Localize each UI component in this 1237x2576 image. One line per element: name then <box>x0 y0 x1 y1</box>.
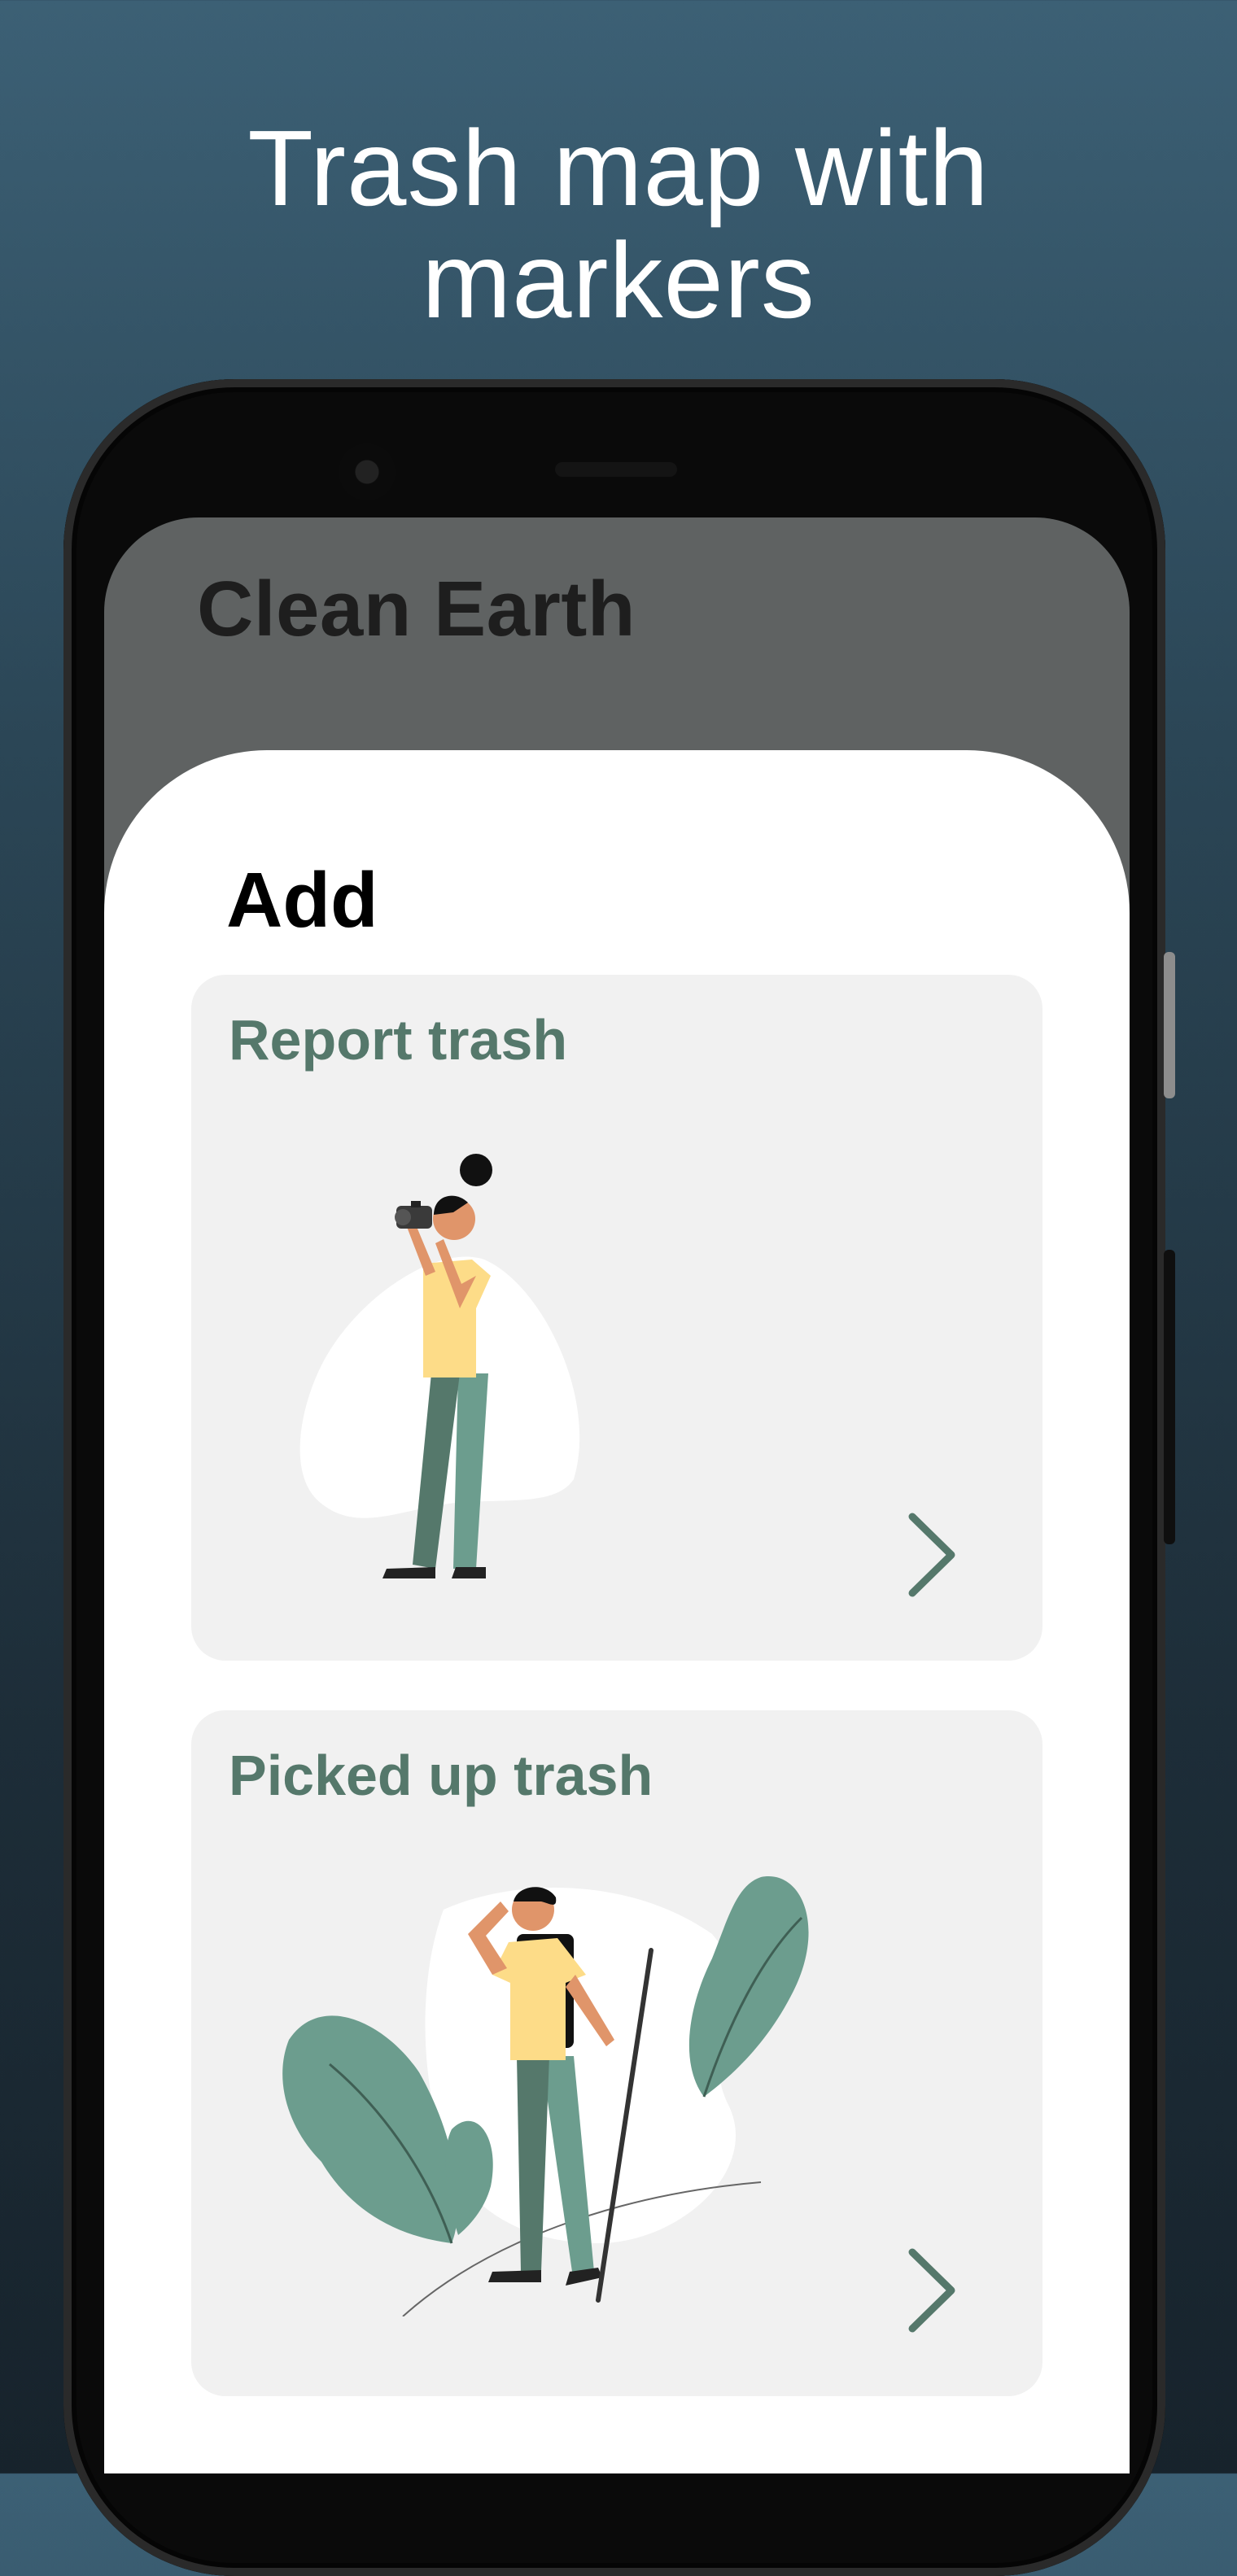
person-with-camera-illustration <box>299 1154 580 1578</box>
person-with-trash-picker-illustration <box>282 1876 809 2316</box>
section-heading-add: Add <box>226 857 378 944</box>
bottom-sheet: Add Report trash Picked up trash <box>104 750 1130 2473</box>
chevron-right-icon[interactable] <box>904 1510 961 1600</box>
front-camera <box>339 443 396 500</box>
report-trash-card[interactable]: Report trash <box>191 975 1042 1661</box>
phone-volume-button <box>1164 952 1175 1098</box>
phone-power-button <box>1164 1250 1175 1544</box>
promo-title: Trash map with markers <box>0 112 1237 337</box>
report-trash-title: Report trash <box>229 1008 568 1072</box>
promo-title-line1: Trash map with <box>247 108 990 228</box>
earpiece-speaker <box>555 462 677 477</box>
picked-up-trash-title: Picked up trash <box>229 1744 653 1807</box>
app-screen: Clean Earth Add Report trash Picked up t… <box>104 517 1130 2473</box>
app-title: Clean Earth <box>197 565 636 653</box>
picked-up-trash-card[interactable]: Picked up trash <box>191 1710 1042 2396</box>
promo-title-line2: markers <box>422 220 815 340</box>
chevron-right-icon[interactable] <box>904 2246 961 2335</box>
